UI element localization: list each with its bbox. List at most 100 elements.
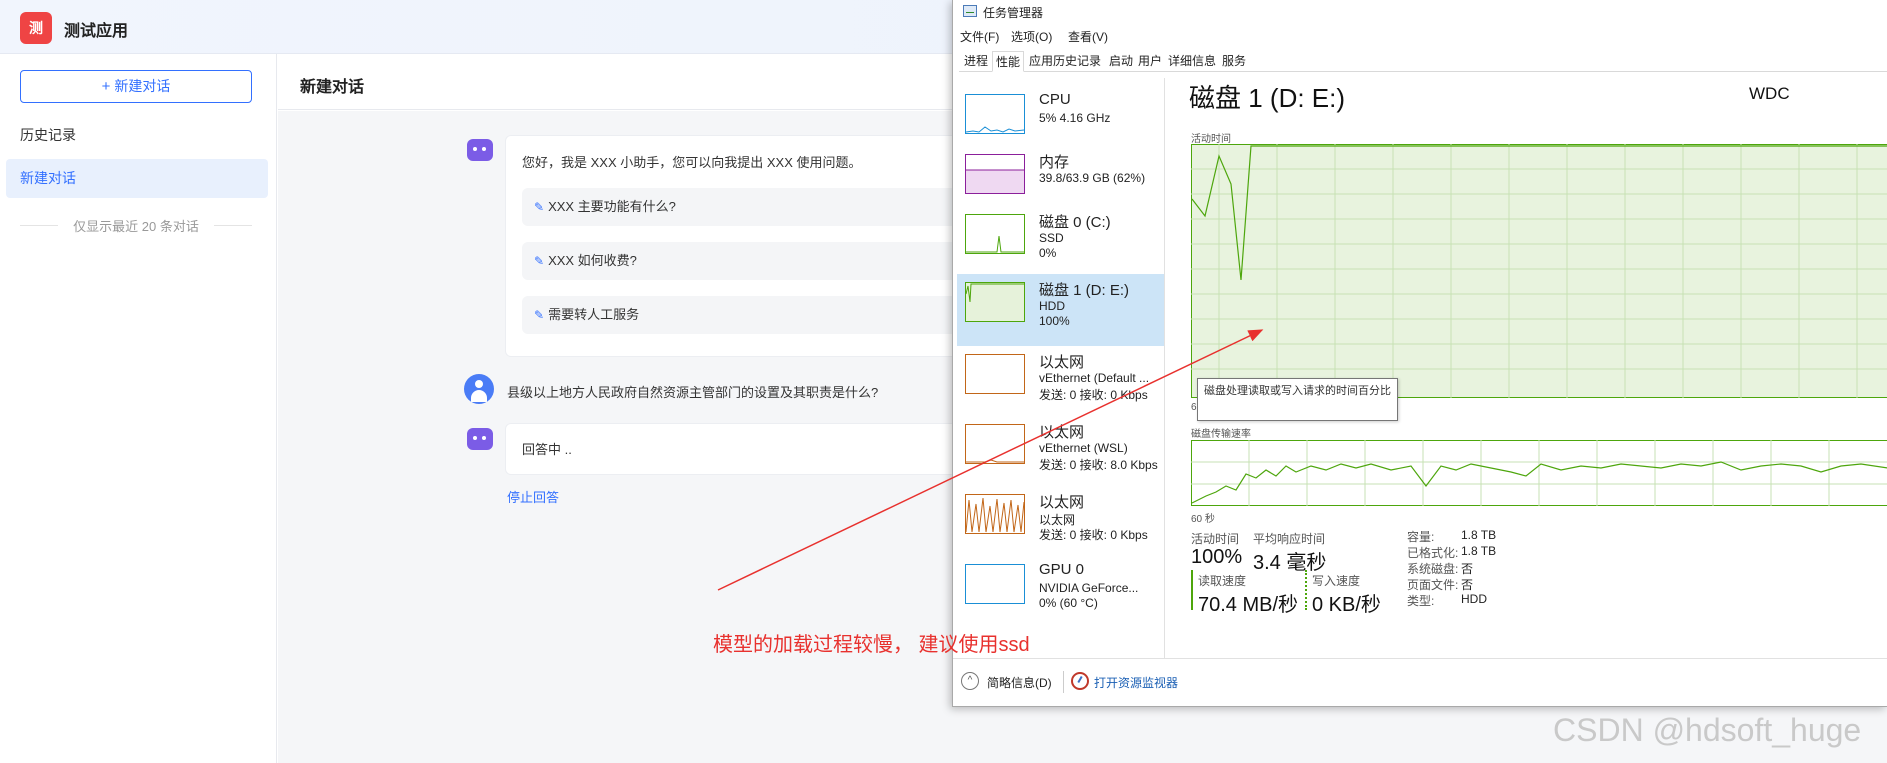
page-title: 新建对话 — [300, 79, 365, 96]
prop-page-file-value: 否 — [1461, 578, 1474, 592]
prop-system-disk-label: 系统磁盘: — [1407, 562, 1459, 576]
disk1-thumbnail — [965, 282, 1025, 322]
resource-sub: 39.8/63.9 GB (62%) — [1039, 171, 1146, 185]
greeting-bubble: 您好，我是 XXX 小助手，您可以向我提出 XXX 使用问题。 ✎ XXX 主要功… — [505, 135, 1042, 357]
resource-sub2: 0% (60 °C) — [1039, 596, 1098, 610]
window-title: 任务管理器 — [983, 6, 1044, 20]
resource-title: 磁盘 1 (D: E:) — [1039, 282, 1130, 299]
divider — [1063, 671, 1064, 693]
prop-page-file-label: 页面文件: — [1407, 578, 1459, 592]
resource-sub: vEthernet (Default ... — [1039, 371, 1150, 385]
disk0-thumbnail — [965, 214, 1025, 254]
pen-icon: ✎ — [534, 200, 545, 214]
tab-app-history[interactable]: 应用历史记录 — [1026, 51, 1104, 72]
tab-services[interactable]: 服务 — [1219, 51, 1249, 72]
resource-title: 磁盘 0 (C:) — [1039, 214, 1111, 231]
answer-bubble: 回答中 .. — [505, 423, 965, 475]
tab-bar: 进程 性能 应用历史记录 启动 用户 详细信息 服务 — [959, 50, 1887, 72]
prop-formatted-label: 已格式化: — [1407, 546, 1459, 560]
menu-view[interactable]: 查看(V) — [1068, 28, 1108, 45]
memory-thumbnail — [965, 154, 1025, 194]
disk-detail-panel: 磁盘 1 (D: E:) WDC 活动时间 6 磁盘传输速率 60 秒 活动时间… — [1179, 78, 1887, 658]
task-manager-window: 任务管理器 文件(F) 选项(O) 查看(V) 进程 性能 应用历史记录 启动 … — [952, 0, 1887, 707]
tooltip: 磁盘处理读取或写入请求的时间百分比 — [1197, 378, 1398, 421]
title-bar[interactable]: 任务管理器 — [953, 0, 1887, 22]
user-avatar-icon — [464, 374, 494, 404]
stop-answer-link[interactable]: 停止回答 — [507, 487, 559, 506]
chevron-up-icon[interactable]: ^ — [961, 672, 979, 690]
prop-type-value: HDD — [1461, 592, 1487, 606]
resource-title: GPU 0 — [1039, 561, 1085, 578]
greeting-text: 您好，我是 XXX 小助手，您可以向我提出 XXX 使用问题。 — [522, 155, 862, 170]
watermark: CSDN @hdsoft_huge — [1553, 712, 1862, 748]
tab-users[interactable]: 用户 — [1135, 51, 1165, 72]
active-time-graph-label: 活动时间 — [1191, 134, 1231, 145]
task-manager-icon — [963, 5, 977, 17]
menu-file[interactable]: 文件(F) — [960, 28, 999, 45]
response-time-label: 平均响应时间 — [1253, 532, 1326, 546]
prop-capacity-value: 1.8 TB — [1461, 528, 1497, 542]
prop-capacity-label: 容量: — [1407, 530, 1435, 544]
sidebar-item-new-chat[interactable]: 新建对话 — [6, 159, 268, 198]
menu-options[interactable]: 选项(O) — [1011, 28, 1052, 45]
user-message: 县级以上地方人民政府自然资源主管部门的设置及其职责是什么? — [507, 385, 879, 400]
recent-note: 仅显示最近 20 条对话 — [20, 216, 252, 235]
question-label: XXX 如何收费? — [548, 253, 637, 268]
resource-cpu[interactable]: CPU 5% 4.16 GHz — [957, 86, 1164, 144]
pen-icon: ✎ — [534, 254, 545, 268]
disk-model: WDC — [1749, 84, 1790, 103]
active-time-graph — [1191, 144, 1887, 398]
open-resource-monitor-link[interactable]: 打开资源监视器 — [1094, 674, 1178, 691]
tab-startup[interactable]: 启动 — [1106, 51, 1136, 72]
resource-disk-1[interactable]: 磁盘 1 (D: E:) HDD 100% — [957, 274, 1164, 346]
bot-avatar-icon — [467, 428, 493, 450]
sidebar: + 新建对话 历史记录 新建对话 仅显示最近 20 条对话 — [0, 54, 277, 763]
active-time-value: 100% — [1191, 546, 1243, 568]
answer-text: 回答中 .. — [522, 442, 572, 457]
read-separator — [1191, 570, 1193, 610]
tab-processes[interactable]: 进程 — [961, 51, 991, 72]
cpu-thumbnail — [965, 94, 1025, 134]
resource-monitor-icon — [1071, 672, 1089, 690]
detail-title: 磁盘 1 (D: E:) — [1189, 83, 1346, 113]
footer: ^ 简略信息(D) 打开资源监视器 — [953, 658, 1887, 706]
resource-sub: vEthernet (WSL) — [1039, 441, 1128, 455]
resource-ethernet[interactable]: 以太网 以太网 发送: 0 接收: 0 Kbps — [957, 486, 1164, 544]
ethernet-thumbnail — [965, 494, 1025, 534]
resource-sub: HDD — [1039, 299, 1065, 313]
pen-icon: ✎ — [534, 308, 545, 322]
write-separator — [1305, 570, 1307, 610]
resource-list: CPU 5% 4.16 GHz 内存 39.8/63.9 GB (62%) 磁盘… — [953, 78, 1165, 658]
transfer-rate-graph-time: 60 秒 — [1191, 514, 1215, 525]
resource-sub: SSD — [1039, 231, 1064, 245]
new-chat-button[interactable]: + 新建对话 — [20, 70, 252, 103]
resource-memory[interactable]: 内存 39.8/63.9 GB (62%) — [957, 146, 1164, 204]
menu-bar: 文件(F) 选项(O) 查看(V) — [953, 25, 1887, 45]
resource-ethernet-default[interactable]: 以太网 vEthernet (Default ... 发送: 0 接收: 0 K… — [957, 346, 1164, 404]
resource-title: CPU — [1039, 91, 1071, 108]
gpu-thumbnail — [965, 564, 1025, 604]
resource-ethernet-wsl[interactable]: 以太网 vEthernet (WSL) 发送: 0 接收: 8.0 Kbps — [957, 416, 1164, 474]
active-time-label: 活动时间 — [1191, 532, 1240, 546]
prop-system-disk-value: 否 — [1461, 562, 1474, 576]
active-time-graph-time: 6 — [1191, 402, 1197, 413]
resource-sub: 5% 4.16 GHz — [1039, 111, 1111, 125]
prop-formatted-value: 1.8 TB — [1461, 544, 1497, 558]
tab-performance[interactable]: 性能 — [992, 51, 1025, 72]
resource-title: 内存 — [1039, 154, 1070, 171]
write-speed-label: 写入速度 — [1312, 574, 1361, 588]
resource-title: 以太网 — [1039, 354, 1085, 371]
resource-gpu[interactable]: GPU 0 NVIDIA GeForce... 0% (60 °C) — [957, 556, 1164, 614]
prop-type-label: 类型: — [1407, 594, 1435, 608]
question-label: XXX 主要功能有什么? — [548, 199, 676, 214]
new-chat-label: 新建对话 — [114, 78, 171, 94]
tab-details[interactable]: 详细信息 — [1165, 51, 1219, 72]
transfer-rate-graph — [1191, 440, 1887, 506]
response-time-value: 3.4 毫秒 — [1253, 552, 1327, 574]
read-speed-value: 70.4 MB/秒 — [1198, 594, 1299, 616]
resource-disk-0[interactable]: 磁盘 0 (C:) SSD 0% — [957, 206, 1164, 264]
resource-title: 以太网 — [1039, 494, 1085, 511]
resource-sub2: 发送: 0 接收: 0 Kbps — [1039, 388, 1148, 402]
brief-info-button[interactable]: 简略信息(D) — [987, 674, 1052, 691]
transfer-rate-graph-label: 磁盘传输速率 — [1191, 429, 1251, 440]
